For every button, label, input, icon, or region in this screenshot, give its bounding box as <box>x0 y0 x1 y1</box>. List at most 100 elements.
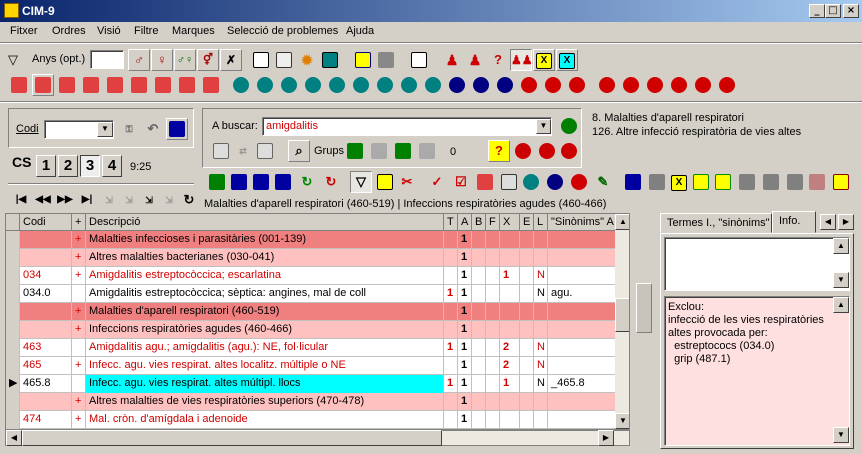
no-red-icon[interactable] <box>692 74 714 96</box>
group3-icon[interactable] <box>392 140 414 162</box>
cell-desc[interactable]: Altres malalties de vies respiratòries s… <box>86 393 444 411</box>
grid-blue3-icon[interactable] <box>272 171 294 193</box>
cell-syn[interactable]: agu. <box>548 285 616 303</box>
cell-plus[interactable] <box>72 375 86 393</box>
cell-b[interactable] <box>472 321 486 339</box>
cell-b[interactable] <box>472 393 486 411</box>
male-female-icon[interactable]: ♂♀ <box>174 49 196 71</box>
arrow-in-icon[interactable] <box>352 49 374 71</box>
row-indicator[interactable] <box>6 393 20 411</box>
level-cs[interactable]: CS <box>12 154 31 170</box>
cell-a[interactable]: 1 <box>458 357 472 375</box>
cell-syn[interactable] <box>548 267 616 285</box>
table-row[interactable]: 034.0 Amigdalitis estreptocòccica; sèptic… <box>6 285 629 303</box>
info-top-down-icon[interactable]: ▼ <box>833 272 849 288</box>
chevron-down-icon[interactable]: ▼ <box>97 122 113 137</box>
col-l[interactable]: L <box>534 214 548 231</box>
refresh-red-icon[interactable]: ↻ <box>320 171 342 193</box>
years-input[interactable] <box>90 50 124 69</box>
cell-l[interactable] <box>534 303 548 321</box>
edit-icon[interactable]: ⇲ <box>118 189 140 211</box>
tab-info[interactable]: Info. <box>772 211 816 233</box>
cell-f[interactable] <box>486 285 500 303</box>
cell-t[interactable] <box>444 393 458 411</box>
question-person-icon[interactable]: ? <box>487 49 509 71</box>
col-f[interactable]: F <box>486 214 500 231</box>
red-code-icon[interactable] <box>128 74 150 96</box>
cell-t[interactable]: 1 <box>444 285 458 303</box>
bottle-icon[interactable] <box>273 49 295 71</box>
cell-codi[interactable]: 465.8 <box>20 375 72 393</box>
cell-e[interactable] <box>520 411 534 429</box>
cell-desc[interactable]: Amigdalitis estreptocòccica; escarlatina <box>86 267 444 285</box>
info-teal-icon[interactable] <box>230 74 252 96</box>
cell-e[interactable] <box>520 285 534 303</box>
tag-icon[interactable]: ⇲ <box>138 189 160 211</box>
cell-e[interactable] <box>520 339 534 357</box>
cell-x[interactable] <box>500 393 520 411</box>
cell-plus[interactable]: + <box>72 303 86 321</box>
cell-desc[interactable]: Amigdalitis agu.; amigdalitis (agu.): NE… <box>86 339 444 357</box>
table-row[interactable]: + Altres malalties bacterianes (030-041) 1 <box>6 249 629 267</box>
red-code-icon[interactable] <box>80 74 102 96</box>
level-4-button[interactable]: 4 <box>102 155 122 177</box>
red-code-icon[interactable] <box>152 74 174 96</box>
cell-t[interactable]: 1 <box>444 339 458 357</box>
level-2-button[interactable]: 2 <box>58 155 78 177</box>
cell-codi[interactable]: 474 <box>20 411 72 429</box>
cell-t[interactable] <box>444 357 458 375</box>
no-red-icon[interactable] <box>620 74 642 96</box>
info-up-icon[interactable]: ▲ <box>833 297 849 313</box>
search-teal-icon[interactable] <box>422 74 444 96</box>
table-row[interactable]: 465 + Infecc. agu. vies respirat. altes lo… <box>6 357 629 375</box>
cell-f[interactable] <box>486 339 500 357</box>
grid-green-icon[interactable] <box>206 171 228 193</box>
table-row[interactable]: + Infeccions respiratòries agudes (460-46… <box>6 321 629 339</box>
x-cyan-icon[interactable]: X <box>556 49 578 71</box>
row-indicator[interactable] <box>6 321 20 339</box>
splitter[interactable] <box>634 213 656 449</box>
splitter-handle[interactable] <box>636 283 652 333</box>
check-list-icon[interactable]: ☑ <box>450 171 472 193</box>
row-indicator[interactable] <box>6 285 20 303</box>
exit-teal-icon[interactable] <box>326 74 348 96</box>
search-red-icon[interactable] <box>644 74 666 96</box>
cell-desc[interactable]: Infeccions respiratòries agudes (460-466… <box>86 321 444 339</box>
table-row[interactable]: 463 Amigdalitis agu.; amigdalitis (agu.):… <box>6 339 629 357</box>
scroll-right-icon[interactable]: ▶ <box>598 430 614 446</box>
cell-syn[interactable]: _465.8 <box>548 375 616 393</box>
gray-block-icon[interactable] <box>646 171 668 193</box>
cell-t[interactable] <box>444 249 458 267</box>
cell-desc[interactable]: Altres malalties bacterianes (030-041) <box>86 249 444 267</box>
row-indicator[interactable] <box>6 303 20 321</box>
cell-codi[interactable] <box>20 321 72 339</box>
x-yellow-icon[interactable]: X <box>533 49 555 71</box>
col-descripcio[interactable]: Descripció <box>86 214 444 231</box>
cell-b[interactable] <box>472 303 486 321</box>
cell-desc[interactable]: Malalties d'aparell respiratori (460-519… <box>86 303 444 321</box>
result-1[interactable]: 8. Malalties d'aparell respiratori <box>592 112 744 124</box>
cell-plus[interactable]: + <box>72 357 86 375</box>
gray-block3-icon[interactable] <box>760 171 782 193</box>
info-circle-icon[interactable] <box>520 171 542 193</box>
table-green-icon[interactable] <box>690 171 712 193</box>
cell-e[interactable] <box>520 321 534 339</box>
col-plus[interactable]: + <box>72 214 86 231</box>
table-row[interactable]: + Malalties infeccioses i parasitàries (0… <box>6 231 629 249</box>
cell-plus[interactable]: + <box>72 231 86 249</box>
hand-icon[interactable] <box>806 171 828 193</box>
next-icon[interactable]: ▶▶ <box>54 189 76 211</box>
col-x[interactable]: X <box>500 214 520 231</box>
row-indicator[interactable] <box>6 357 20 375</box>
cell-f[interactable] <box>486 267 500 285</box>
check-icon[interactable]: ✓ <box>426 171 448 193</box>
gray-block2-icon[interactable] <box>736 171 758 193</box>
circle-red-icon[interactable] <box>542 74 564 96</box>
info-blue-circle-icon[interactable] <box>544 171 566 193</box>
gray-block4-icon[interactable] <box>784 171 806 193</box>
grid-blue2-icon[interactable] <box>250 171 272 193</box>
cell-x[interactable] <box>500 231 520 249</box>
info-top-up-icon[interactable]: ▲ <box>833 238 849 254</box>
person-red-icon[interactable]: ♟ <box>441 49 463 71</box>
last-icon[interactable]: ▶| <box>76 189 98 211</box>
